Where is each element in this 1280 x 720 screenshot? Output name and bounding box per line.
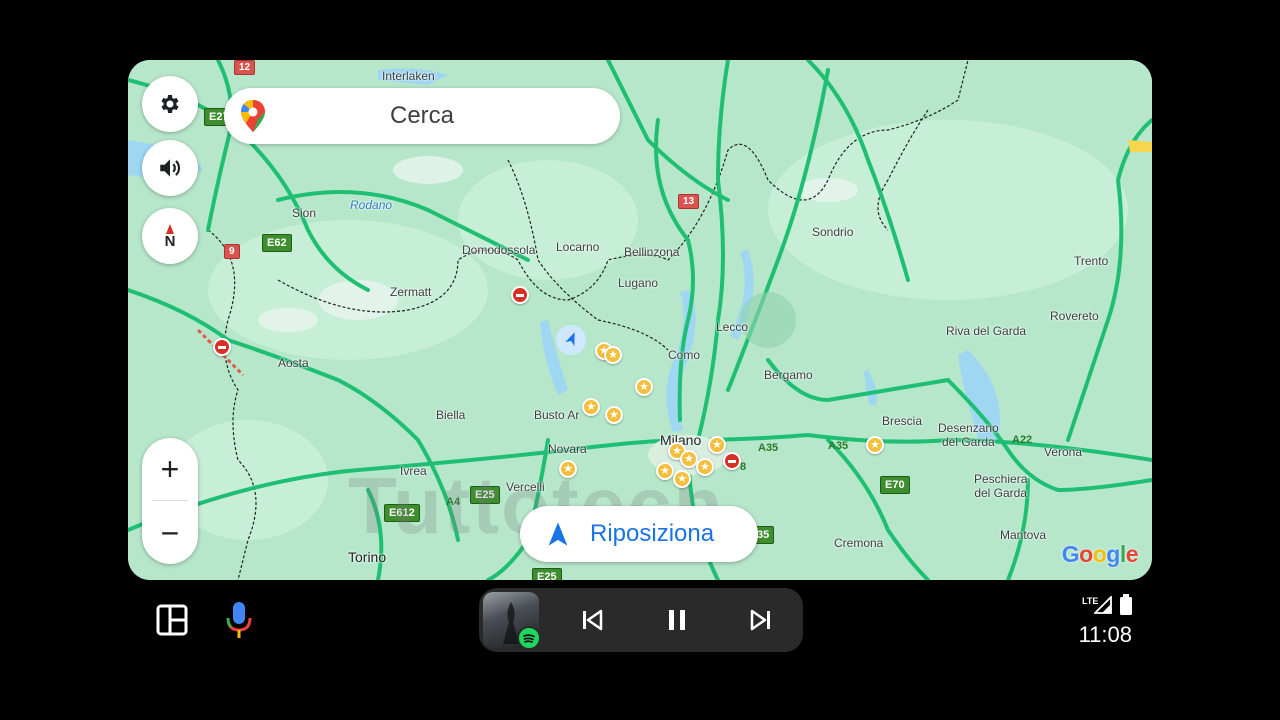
- saved-place-star-icon[interactable]: ★: [696, 458, 714, 476]
- saved-place-star-icon[interactable]: ★: [635, 378, 653, 396]
- saved-place-star-icon[interactable]: ★: [582, 398, 600, 416]
- place-label: Domodossola: [462, 243, 536, 257]
- logo-letter: G: [1061, 541, 1080, 567]
- battery-icon: [1120, 594, 1132, 615]
- road-closed-icon[interactable]: [213, 338, 231, 356]
- gear-icon: [161, 95, 179, 113]
- road-closed-icon[interactable]: [723, 452, 741, 470]
- road-shield: A22: [1012, 434, 1033, 446]
- saved-place-star-icon[interactable]: ★: [656, 462, 674, 480]
- settings-button[interactable]: [142, 76, 198, 132]
- place-label: Brescia: [882, 414, 923, 428]
- road-shield: E70: [880, 476, 910, 494]
- place-label: Lecco: [716, 320, 749, 334]
- place-label: Cremona: [834, 536, 884, 550]
- road-shield: 13: [678, 194, 700, 209]
- zoom-divider: [152, 500, 188, 501]
- place-label: Busto Ar: [534, 408, 580, 422]
- place-label: Trento: [1074, 254, 1109, 268]
- navigation-arrow-icon: [548, 522, 568, 546]
- recenter-button[interactable]: Riposiziona: [520, 506, 758, 562]
- previous-track-button[interactable]: [580, 608, 604, 632]
- road-closed-icon[interactable]: [511, 286, 529, 304]
- place-label: Bellinzona: [624, 245, 680, 259]
- road-shield: A35: [758, 442, 779, 454]
- place-label: Como: [668, 348, 701, 362]
- search-input[interactable]: Cerca: [224, 102, 620, 130]
- place-label: Lugano: [618, 276, 659, 290]
- logo-letter: e: [1125, 541, 1139, 567]
- road-shield: 12: [234, 60, 256, 75]
- clock: 11:08: [1078, 622, 1132, 647]
- road-shield: E25: [532, 568, 562, 580]
- place-label: Rovereto: [1050, 309, 1099, 323]
- media-player: [479, 588, 803, 652]
- speaker-icon: [160, 159, 180, 177]
- next-track-button[interactable]: [749, 608, 773, 632]
- road-shield: 9: [224, 244, 240, 259]
- place-label: Riva del Garda: [946, 324, 1027, 338]
- current-location-icon: [556, 325, 586, 355]
- search-bar[interactable]: Cerca: [224, 88, 620, 144]
- saved-place-star-icon[interactable]: ★: [604, 346, 622, 364]
- place-label: Aosta: [278, 356, 309, 370]
- place-label: Sion: [292, 206, 317, 220]
- zoom-controls: + −: [142, 438, 198, 564]
- place-label: Locarno: [556, 240, 600, 254]
- place-label: Desenzano del Garda: [938, 421, 999, 449]
- logo-letter: g: [1106, 541, 1120, 567]
- logo-letter: o: [1092, 541, 1107, 567]
- place-label: Mantova: [1000, 528, 1047, 542]
- zoom-in-button[interactable]: +: [142, 438, 198, 500]
- place-label: Zermatt: [390, 285, 432, 299]
- river-label: Rodano: [350, 198, 393, 212]
- signal-icon: [1094, 596, 1112, 614]
- layout-toggle-icon[interactable]: [156, 604, 188, 636]
- google-logo: Google: [1061, 541, 1139, 568]
- place-label: Sondrio: [812, 225, 854, 239]
- road-shield: A35: [828, 440, 849, 452]
- saved-place-star-icon[interactable]: ★: [673, 470, 691, 488]
- place-label: Novara: [548, 442, 587, 456]
- recenter-label: Riposiziona: [590, 520, 715, 547]
- sound-button[interactable]: [142, 140, 198, 196]
- compass-button[interactable]: N: [142, 208, 198, 264]
- place-label: Interlaken: [382, 69, 435, 83]
- zoom-out-button[interactable]: −: [142, 502, 198, 564]
- compass-needle-icon: [166, 223, 174, 234]
- pause-button[interactable]: [665, 608, 689, 632]
- bottom-bar: LTE 11:08: [0, 580, 1280, 720]
- place-label: Peschiera del Garda: [974, 472, 1028, 500]
- saved-place-star-icon[interactable]: ★: [708, 436, 726, 454]
- saved-place-star-icon[interactable]: ★: [605, 406, 623, 424]
- saved-place-star-icon[interactable]: ★: [866, 436, 884, 454]
- compass-letter: N: [164, 232, 176, 250]
- spotify-icon: [517, 626, 541, 650]
- place-label: Bergamo: [764, 368, 813, 382]
- saved-place-star-icon[interactable]: ★: [559, 460, 577, 478]
- logo-letter: o: [1079, 541, 1093, 567]
- place-label: Verona: [1044, 445, 1083, 459]
- map-view[interactable]: Interlaken Sion Rodano Domodossola Locar…: [128, 60, 1152, 580]
- place-label: Biella: [436, 408, 466, 422]
- microphone-icon[interactable]: [224, 600, 254, 640]
- road-shield: E62: [262, 234, 292, 252]
